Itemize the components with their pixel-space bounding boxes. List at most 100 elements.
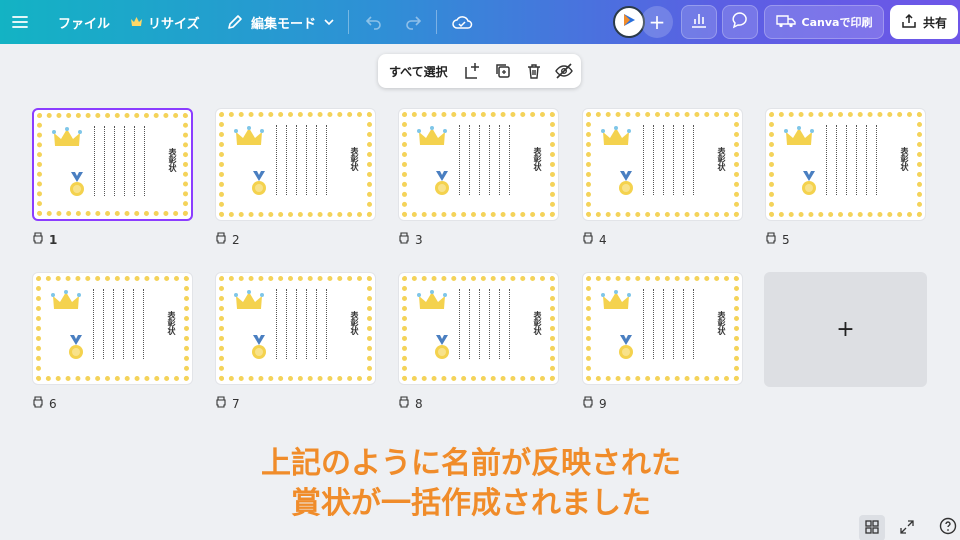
grid-view-button[interactable] [859, 515, 885, 540]
page-thumbnail[interactable]: 表彰状 4 [582, 108, 743, 247]
certificate-text-line [286, 289, 292, 359]
undo-icon[interactable] [364, 0, 384, 44]
top-bar: ファイル リサイズ 編集モード + Canvaで印刷 共有 [0, 0, 960, 44]
cloud-sync-icon[interactable] [451, 0, 473, 44]
certificate-text-line [683, 289, 689, 359]
certificate-preview[interactable]: 表彰状 [32, 272, 193, 385]
page-number-label: 7 [215, 396, 240, 411]
medal-icon [252, 335, 266, 359]
menu-icon[interactable] [10, 0, 30, 44]
share-icon [901, 13, 917, 32]
page-thumbnail[interactable]: 表彰状 1 [32, 108, 193, 247]
crown-icon [417, 290, 447, 309]
file-menu-button[interactable]: ファイル [58, 0, 110, 44]
certificate-preview[interactable]: 表彰状 [32, 108, 193, 221]
medal-icon [619, 171, 633, 195]
share-button[interactable]: 共有 [890, 5, 958, 39]
print-icon [582, 232, 594, 247]
certificate-text-line [653, 125, 659, 195]
certificate-text-line [469, 125, 475, 195]
certificate-text-line [326, 125, 332, 195]
comment-icon [731, 11, 749, 33]
crown-icon [234, 290, 264, 309]
page-number-label: 4 [582, 232, 607, 247]
print-with-canva-button[interactable]: Canvaで印刷 [764, 5, 884, 39]
hide-icon[interactable] [554, 61, 574, 81]
select-all-button[interactable]: すべて選択 [389, 63, 448, 80]
page-number: 5 [782, 232, 790, 247]
add-page-icon[interactable] [462, 61, 482, 81]
certificate-text-line [326, 289, 332, 359]
certificate-text-line [643, 125, 649, 195]
certificate-text-line [316, 125, 322, 195]
add-page-button[interactable]: + [764, 272, 927, 387]
edit-mode-dropdown[interactable]: 編集モード [226, 0, 335, 44]
page-thumbnail[interactable]: 表彰状 7 [215, 272, 376, 411]
page-number: 2 [232, 232, 240, 247]
redo-icon[interactable] [403, 0, 423, 44]
certificate-text-line [459, 125, 465, 195]
certificate-text-line [94, 126, 100, 196]
page-number-label: 8 [398, 396, 423, 411]
certificate-text-line [866, 125, 872, 195]
certificate-text-line [479, 125, 485, 195]
page-thumbnail[interactable]: 表彰状 5 [765, 108, 926, 247]
crown-icon [417, 126, 447, 145]
certificate-text-line [489, 125, 495, 195]
certificate-text-line [673, 125, 679, 195]
certificate-preview[interactable]: 表彰状 [215, 108, 376, 221]
certificate-text-line [459, 289, 465, 359]
crown-icon [130, 16, 143, 28]
certificate-text-line [306, 125, 312, 195]
edit-mode-label: 編集モード [251, 16, 317, 32]
fullscreen-button[interactable] [894, 515, 920, 540]
page-number: 8 [415, 396, 423, 411]
certificate-text-line [499, 289, 505, 359]
certificate-preview[interactable]: 表彰状 [765, 108, 926, 221]
certificate-title: 表彰状 [167, 311, 177, 335]
caption-line-1: 上記のように名前が反映された [261, 446, 681, 481]
page-thumbnail[interactable]: 表彰状 3 [398, 108, 559, 247]
resize-button[interactable]: リサイズ [130, 0, 200, 44]
certificate-text-line [856, 125, 862, 195]
medal-icon [435, 171, 449, 195]
print-icon [398, 232, 410, 247]
certificate-text-line [104, 126, 110, 196]
certificate-text-line [509, 289, 515, 359]
page-thumbnail[interactable]: 表彰状 8 [398, 272, 559, 411]
comment-button[interactable] [722, 5, 758, 39]
certificate-preview[interactable]: 表彰状 [582, 108, 743, 221]
certificate-text-line [469, 289, 475, 359]
certificate-text-line [93, 289, 99, 359]
certificate-text-line [663, 125, 669, 195]
certificate-text-line [826, 125, 832, 195]
certificate-text-line [306, 289, 312, 359]
page-thumbnail[interactable]: 表彰状 9 [582, 272, 743, 411]
add-collaborator-button[interactable]: + [641, 6, 673, 38]
certificate-preview[interactable]: 表彰状 [398, 108, 559, 221]
medal-icon [70, 172, 84, 196]
bar-chart-icon [690, 11, 708, 33]
certificate-title: 表彰状 [717, 147, 727, 171]
certificate-preview[interactable]: 表彰状 [582, 272, 743, 385]
insights-button[interactable] [681, 5, 717, 39]
page-thumbnail[interactable]: 表彰状 6 [32, 272, 193, 411]
certificate-text-line [103, 289, 109, 359]
certificate-text-line [133, 289, 139, 359]
certificate-text-line [296, 289, 302, 359]
page-number-label: 1 [32, 232, 57, 247]
certificate-text-line [143, 289, 149, 359]
print-icon [582, 396, 594, 411]
plus-icon: + [836, 317, 855, 342]
certificate-text-line [144, 126, 150, 196]
page-thumbnail[interactable]: 表彰状 2 [215, 108, 376, 247]
help-button[interactable] [935, 515, 960, 540]
pencil-icon [226, 13, 244, 31]
crown-icon [601, 290, 631, 309]
certificate-preview[interactable]: 表彰状 [398, 272, 559, 385]
duplicate-icon[interactable] [493, 61, 513, 81]
certificate-text-line [663, 289, 669, 359]
trash-icon[interactable] [524, 61, 544, 81]
certificate-text-line [499, 125, 505, 195]
certificate-preview[interactable]: 表彰状 [215, 272, 376, 385]
